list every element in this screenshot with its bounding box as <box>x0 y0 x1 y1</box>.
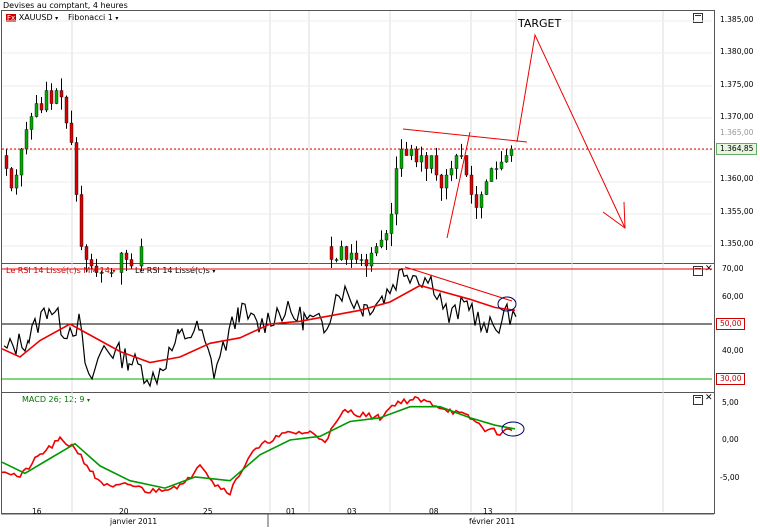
price-candle <box>124 252 129 260</box>
price-candle <box>109 272 114 274</box>
x-tick-label: 13 <box>483 507 493 516</box>
x-tick-label: 01 <box>286 507 296 516</box>
price-candle <box>64 96 69 124</box>
price-candle <box>89 259 94 267</box>
price-candle <box>389 213 394 234</box>
price-candle <box>399 148 404 169</box>
chart-canvas <box>1 11 714 527</box>
price-candle <box>139 246 144 267</box>
x-month-label: janvier 2011 <box>110 517 158 526</box>
price-candle <box>484 181 489 195</box>
macd-y-tick: 0,00 <box>722 435 739 444</box>
price-candle <box>359 259 364 261</box>
price-candle <box>429 155 434 169</box>
arrow-head <box>602 201 626 230</box>
price-candle <box>464 155 469 176</box>
price-candle <box>344 246 349 260</box>
price-candle <box>329 246 334 260</box>
rsi-y-tick: 40,00 <box>722 346 744 355</box>
price-candle <box>379 239 384 247</box>
price-candle <box>24 129 29 150</box>
rsi-level-30-tag: 30,00 <box>716 373 746 385</box>
price-y-tick: 1.360,00 <box>720 174 754 183</box>
x-tick-label: 08 <box>429 507 439 516</box>
macd-y-tick: 5,00 <box>722 398 739 407</box>
price-candle <box>34 103 39 117</box>
current-price-tag: 1.364,85 <box>716 143 758 155</box>
price-candle <box>374 246 379 254</box>
price-candle <box>84 246 89 260</box>
price-candle <box>474 194 479 208</box>
macd-y-tick: -5,00 <box>720 473 740 482</box>
price-candle <box>74 142 79 195</box>
price-candle <box>364 259 369 267</box>
price-candle <box>59 90 64 98</box>
x-tick-label: 20 <box>119 507 129 516</box>
price-y-tick: 1.350,00 <box>720 239 754 248</box>
price-candle <box>409 148 414 156</box>
price-candle <box>479 194 484 208</box>
target-projection-line <box>516 33 626 229</box>
price-candle <box>4 155 9 169</box>
price-candle <box>49 90 54 104</box>
price-candle <box>489 168 494 182</box>
rsi-y-tick: 70,00 <box>722 264 744 273</box>
price-candle <box>129 259 134 267</box>
price-y-tick: 1.365,00 <box>720 128 754 137</box>
price-candle <box>469 174 474 195</box>
price-candle <box>44 90 49 111</box>
price-candle <box>9 168 14 189</box>
price-candle <box>504 155 509 163</box>
price-candle <box>54 90 59 104</box>
price-y-tick: 1.385,00 <box>720 15 754 24</box>
price-candle <box>394 168 399 215</box>
x-month-label: février 2011 <box>469 517 516 526</box>
target-annotation: TARGET <box>518 17 562 30</box>
price-candle <box>339 246 344 260</box>
price-candle <box>29 116 34 130</box>
price-y-tick: 1.370,00 <box>720 112 754 121</box>
price-y-tick: 1.355,00 <box>720 207 754 216</box>
price-y-tick: 1.375,00 <box>720 80 754 89</box>
price-candle <box>14 174 19 189</box>
price-candle <box>494 168 499 170</box>
price-candle <box>404 148 409 156</box>
price-candle <box>19 148 24 176</box>
price-candle <box>414 148 419 163</box>
price-candle <box>334 259 339 261</box>
price-candle <box>369 252 374 267</box>
x-tick-label: 03 <box>347 507 357 516</box>
price-candle <box>459 155 464 157</box>
price-candle <box>509 148 514 156</box>
price-candle <box>99 272 104 274</box>
price-candle <box>354 252 359 260</box>
price-candle <box>439 174 444 189</box>
x-tick-label: 16 <box>32 507 42 516</box>
price-y-tick: 1.380,00 <box>720 47 754 56</box>
price-candle <box>79 194 84 247</box>
price-candle <box>499 161 504 169</box>
price-candle <box>119 252 124 273</box>
resistance-trendline <box>402 128 528 143</box>
x-tick-label: 25 <box>203 507 213 516</box>
price-candle <box>449 168 454 176</box>
price-candle <box>349 252 354 260</box>
price-candle <box>434 155 439 176</box>
rsi-y-tick: 60,00 <box>722 292 744 301</box>
projection-line <box>446 131 471 239</box>
price-candle <box>424 155 429 169</box>
rsi-level-50-tag: 50,00 <box>716 318 746 330</box>
rsi-line <box>3 267 517 388</box>
price-candle <box>454 155 459 169</box>
price-candle <box>39 103 44 111</box>
price-candle <box>384 233 389 241</box>
price-candle <box>444 174 449 189</box>
price-candle <box>419 155 424 163</box>
price-candle <box>69 122 74 143</box>
